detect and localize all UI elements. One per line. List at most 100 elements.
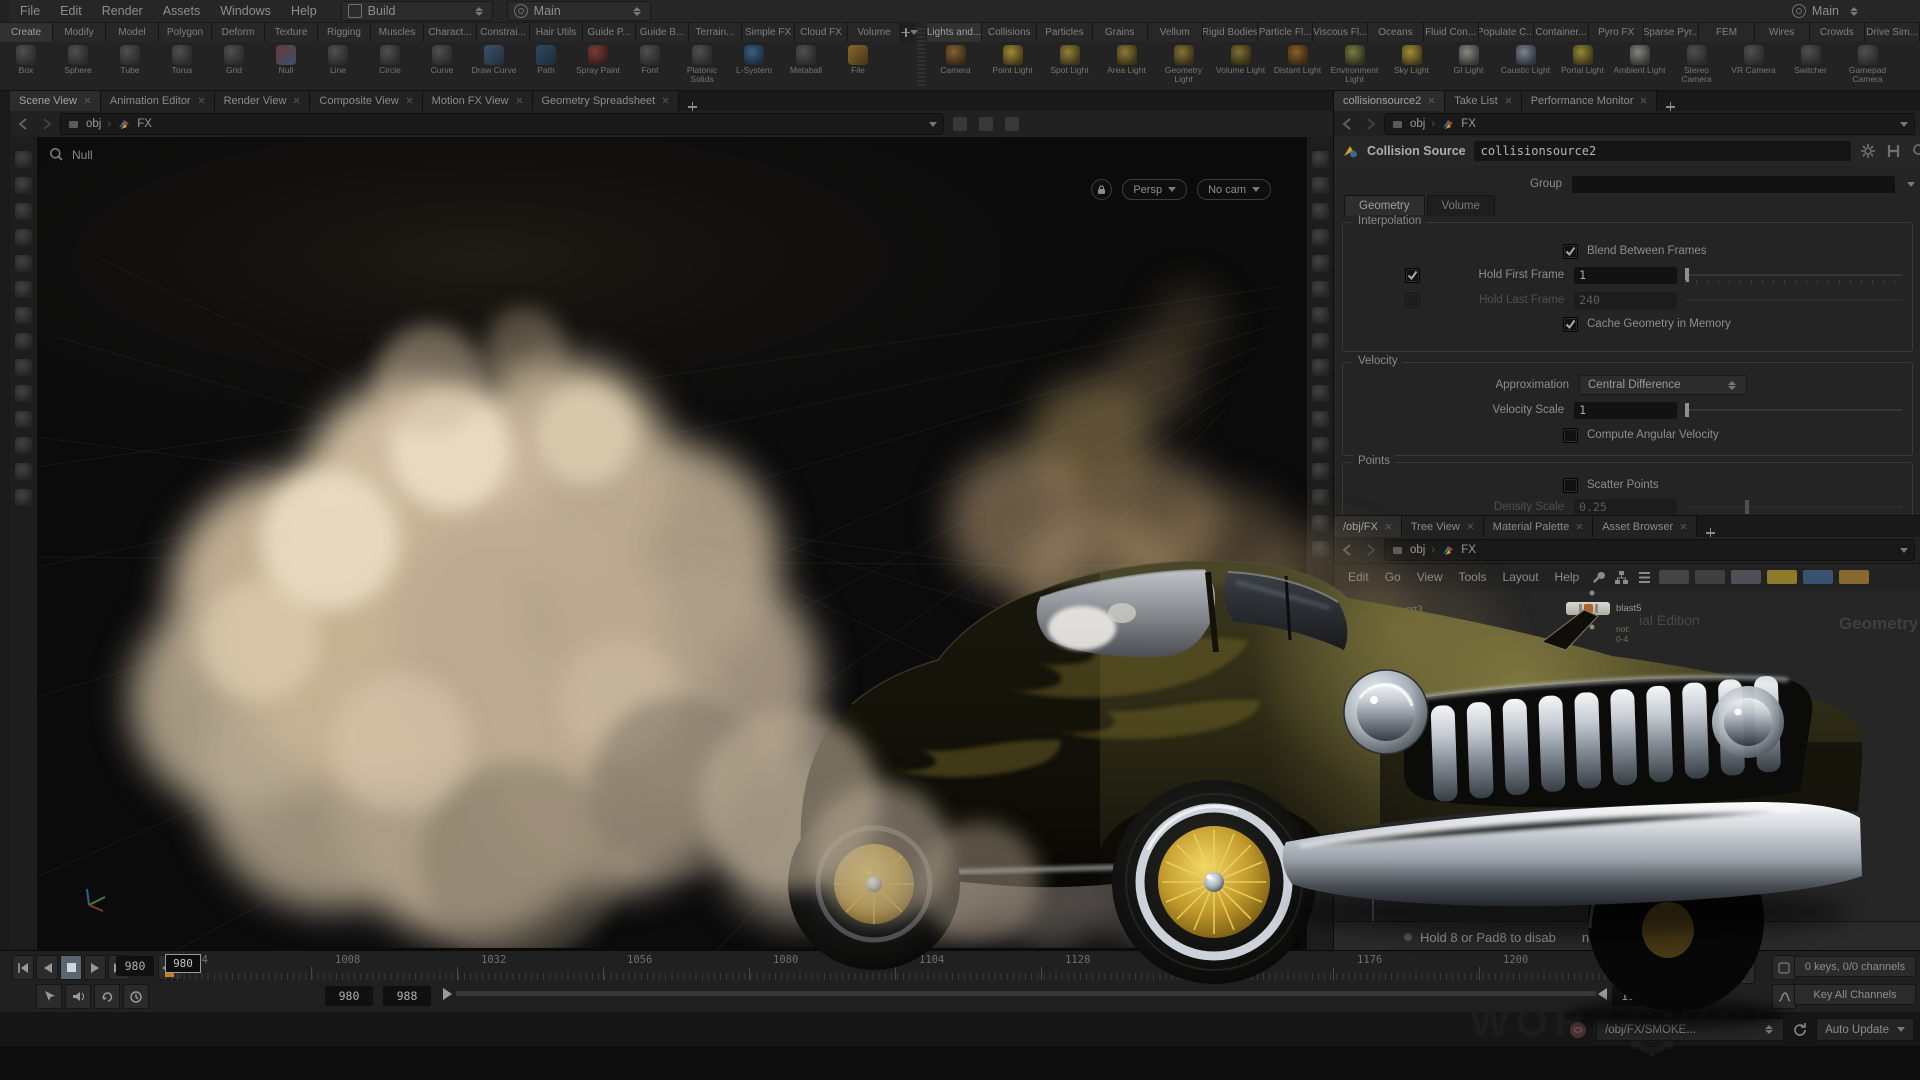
add-pane-tab-button[interactable] [1697,528,1723,537]
desktop-spinner[interactable] [473,4,486,18]
pane-options-icon[interactable] [1005,117,1019,131]
viewport-tool-icon[interactable] [15,437,32,454]
shelf-tab[interactable]: Crowds [1810,22,1865,42]
close-icon[interactable] [1505,97,1512,104]
viewport-tool-icon[interactable] [15,229,32,246]
radial-menu-select[interactable]: Main [1792,4,1860,18]
shelf-tool[interactable]: Tube [104,42,156,89]
back-icon[interactable] [1340,543,1356,557]
pane-tab[interactable]: collisionsource2 [1334,90,1445,111]
current-frame-field[interactable]: 980 [116,956,154,976]
shelf-tool[interactable]: Camera [927,42,984,89]
shelf-tab[interactable]: Grains [1093,22,1148,42]
shelf-tab[interactable]: Pyro FX [1589,22,1644,42]
shelf-tool[interactable]: Circle [364,42,416,89]
pane-tab[interactable]: Scene View [10,90,101,111]
playback-range-slider[interactable] [456,991,1596,996]
menu-item[interactable]: File [10,0,50,22]
shelf-tool[interactable]: Platonic Solids [676,42,728,89]
hold-last-field[interactable]: 240 [1574,292,1677,309]
shelf-grip[interactable] [917,26,925,86]
channel-scope-icon[interactable] [1772,984,1796,1009]
viewport-display-icon[interactable] [1312,307,1329,324]
folder-icon[interactable] [1839,570,1869,584]
audio-icon[interactable] [65,984,91,1009]
viewport-display-icon[interactable] [1312,541,1329,558]
shelf-tab[interactable]: Vellum [1148,22,1203,42]
shelf-tool[interactable]: File [832,42,884,89]
set-key-button[interactable] [1712,959,1738,984]
shelf-tool[interactable]: Torus [156,42,208,89]
shelf-tab[interactable]: Drive Sim... [1865,22,1920,42]
shelf-tab[interactable]: Sparse Pyr... [1644,22,1699,42]
network-menu-item[interactable]: View [1409,570,1451,584]
viewport-tool-icon[interactable] [15,359,32,376]
shelf-tab[interactable]: Create [0,22,53,42]
gear-icon[interactable] [1859,142,1877,160]
close-icon[interactable] [1640,97,1647,104]
viewport-display-icon[interactable] [1312,281,1329,298]
shelf-tab[interactable]: Texture [265,22,318,42]
path-spinner[interactable] [1762,1023,1775,1037]
shelf-tab[interactable]: Rigging [318,22,371,42]
viewport-tool-icon[interactable] [15,385,32,402]
shelf-tab[interactable]: Hair Utils [530,22,583,42]
viewport-tool-icon[interactable] [15,177,32,194]
shelf-tool[interactable]: Spray Paint [572,42,624,89]
pane-tab[interactable]: Composite View [310,90,422,111]
cache-checkbox[interactable] [1563,317,1578,332]
shelf-tab[interactable]: Wires [1755,22,1810,42]
shelf-tool[interactable]: Curve [416,42,468,89]
add-pane-tab-button[interactable] [1657,102,1683,111]
pane-tab[interactable]: Geometry Spreadsheet [533,90,680,111]
viewport-tool-icon[interactable] [15,411,32,428]
path-dropdown-icon[interactable] [1900,122,1908,127]
shelf-tab[interactable]: Container... [1534,22,1589,42]
shelf-tab[interactable]: Viscous Fl... [1313,22,1368,42]
shelf-tab[interactable]: FEM [1699,22,1754,42]
auto-key-icon[interactable] [1772,955,1796,980]
update-mode-select[interactable]: Auto Update [1816,1018,1914,1041]
viewport-display-icon[interactable] [1312,203,1329,220]
shelf-tab[interactable]: Volume [848,22,901,42]
shelf-tab[interactable]: Constrai... [477,22,530,42]
shelf-tool[interactable]: Point Light [984,42,1041,89]
group-field[interactable] [1572,176,1895,193]
network-canvas[interactable]: Geometry ial Edition blast5 not: 0-4 ert… [1334,590,1920,921]
grid-view-icon[interactable] [1659,570,1689,584]
shelf-tab[interactable]: Guide P... [583,22,636,42]
network-menu-item[interactable]: Tools [1451,570,1495,584]
shelf-tool[interactable]: Box [0,42,52,89]
blend-checkbox[interactable] [1563,244,1578,259]
shelf-tool[interactable]: Portal Light [1554,42,1611,89]
pane-tab[interactable]: Material Palette [1484,516,1593,537]
close-icon[interactable] [1385,523,1392,530]
close-icon[interactable] [406,97,413,104]
add-pane-tab-button[interactable] [679,102,705,111]
forward-icon[interactable] [1362,543,1378,557]
network-menu-item[interactable]: Help [1547,570,1588,584]
add-shelf-button[interactable] [901,22,910,42]
close-icon[interactable] [1428,97,1435,104]
shelf-tool[interactable]: Environment Light [1326,42,1383,89]
shelf-tab[interactable]: Polygon [159,22,212,42]
viewport-display-icon[interactable] [1312,437,1329,454]
viewport-display-icon[interactable] [1312,463,1329,480]
viewport-display-icon[interactable] [1312,385,1329,402]
shelf-tab[interactable]: Lights and... [927,22,982,42]
hold-last-slider[interactable] [1685,293,1902,307]
desktop-select[interactable]: Build [341,1,493,21]
shelfset-spinner[interactable] [631,4,644,18]
realtime-toggle-icon[interactable] [123,984,149,1009]
shelf-tool[interactable]: VR Camera [1725,42,1782,89]
current-frame-indicator[interactable]: 980 [165,954,201,973]
tree-structure-icon[interactable] [1614,570,1629,585]
param-folder-tab[interactable]: Geometry [1344,195,1425,216]
shelf-tool[interactable]: Grid [208,42,260,89]
shelf-tool[interactable]: Caustic Light [1497,42,1554,89]
wrench-icon[interactable] [1591,570,1606,585]
range-handle-left[interactable] [443,988,452,1000]
viewport-display-icon[interactable] [1312,255,1329,272]
network-menu-item[interactable]: Layout [1495,570,1547,584]
shelf-tool[interactable]: Spot Light [1041,42,1098,89]
